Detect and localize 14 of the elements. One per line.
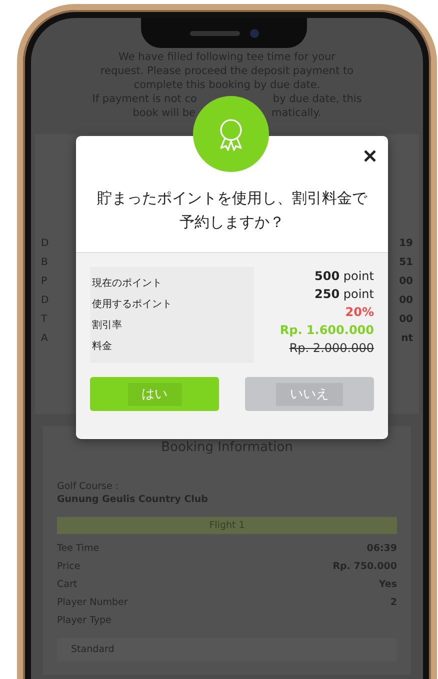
info-label: 現在のポイント (92, 277, 163, 291)
info-label: 使用するポイント (92, 298, 173, 312)
close-button[interactable] (362, 148, 378, 164)
points-value: 500 point (314, 268, 374, 285)
info-label: 割引率 (92, 318, 123, 333)
discount-value: 20% (344, 304, 374, 321)
info-label: 料金 (92, 340, 113, 354)
no-button[interactable]: いいえ (245, 377, 374, 411)
points-value: 250 point (314, 286, 374, 303)
original-price: Rp. 2.000.000 (288, 340, 374, 357)
dialog-question: 貯まったポイントを使用し、割引料金で予約しますか？ (96, 188, 368, 233)
close-icon (364, 150, 376, 162)
yes-button[interactable]: はい (90, 377, 219, 411)
discounted-price: Rp. 1.600.000 (280, 322, 374, 339)
